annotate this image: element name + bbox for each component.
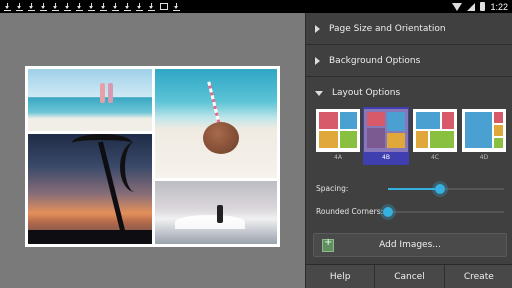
palm-sunset-photo[interactable] [28, 134, 152, 244]
clock: 1:22 [490, 1, 508, 12]
battery-icon [480, 2, 486, 11]
slider-fill [388, 188, 441, 190]
section-label: Background Options [329, 55, 421, 66]
tree-silhouette [28, 230, 152, 244]
layout-label: 4D [479, 154, 489, 161]
download-icon [52, 2, 59, 11]
person-figure [108, 83, 113, 103]
layout-thumbnails: 4A 4B 4C 4D [315, 107, 507, 167]
status-bar: 1:22 [0, 0, 512, 13]
help-button[interactable]: Help [306, 265, 376, 288]
section-background-options[interactable]: Background Options [306, 45, 512, 77]
download-icon [76, 2, 83, 11]
download-icon [136, 2, 143, 11]
layout-preview [316, 109, 360, 152]
chevron-right-icon [315, 56, 320, 65]
signal-icon [467, 2, 476, 11]
person-figure [100, 83, 105, 103]
layout-preview [364, 109, 408, 152]
coconut-drink-photo[interactable] [155, 69, 277, 178]
add-images-label: Add Images... [379, 240, 441, 250]
spacing-label: Spacing: [316, 184, 349, 193]
download-icon [64, 2, 71, 11]
section-label: Page Size and Orientation [329, 23, 446, 34]
wave [175, 215, 245, 229]
rounded-corners-label: Rounded Corners: [316, 207, 384, 216]
cancel-button[interactable]: Cancel [375, 265, 445, 288]
slider-thumb[interactable] [435, 184, 446, 194]
bottom-action-bar: Help Cancel Create [306, 264, 512, 288]
layout-4d[interactable]: 4D [461, 107, 507, 165]
add-image-icon [322, 237, 334, 252]
section-page-size[interactable]: Page Size and Orientation [306, 13, 512, 45]
add-images-button[interactable]: Add Images... [313, 233, 507, 257]
chevron-down-icon [315, 90, 323, 96]
download-icon [124, 2, 131, 11]
section-label: Layout Options [332, 88, 401, 98]
slider-track [388, 211, 504, 213]
coconut [203, 122, 239, 154]
collage-preview[interactable] [25, 66, 280, 247]
image-icon [160, 3, 168, 10]
download-icon [148, 2, 155, 11]
options-panel: Page Size and Orientation Background Opt… [305, 13, 512, 288]
download-icon [173, 2, 180, 11]
collage-canvas [0, 13, 305, 288]
slider-thumb[interactable] [383, 207, 393, 217]
download-icon [88, 2, 95, 11]
notification-icons [4, 2, 180, 11]
download-icon [112, 2, 119, 11]
layout-preview [413, 109, 457, 152]
layout-label: 4B [382, 154, 390, 161]
surfer-photo[interactable] [155, 181, 277, 244]
section-layout-options[interactable]: Layout Options [306, 77, 512, 109]
download-icon [4, 2, 11, 11]
layout-label: 4A [334, 154, 342, 161]
download-icon [16, 2, 23, 11]
layout-4b[interactable]: 4B [363, 107, 409, 165]
surfer-figure [217, 205, 223, 223]
layout-preview [462, 109, 506, 152]
beach-couple-photo[interactable] [28, 69, 152, 131]
palm-leaf [120, 142, 150, 192]
download-icon [40, 2, 47, 11]
download-icon [100, 2, 107, 11]
download-icon [28, 2, 35, 11]
layout-4a[interactable]: 4A [315, 107, 361, 165]
create-button[interactable]: Create [444, 265, 512, 288]
wifi-icon [452, 2, 463, 11]
layout-4c[interactable]: 4C [412, 107, 458, 165]
status-icons: 1:22 [452, 2, 508, 12]
layout-label: 4C [430, 154, 439, 161]
chevron-right-icon [315, 24, 320, 33]
